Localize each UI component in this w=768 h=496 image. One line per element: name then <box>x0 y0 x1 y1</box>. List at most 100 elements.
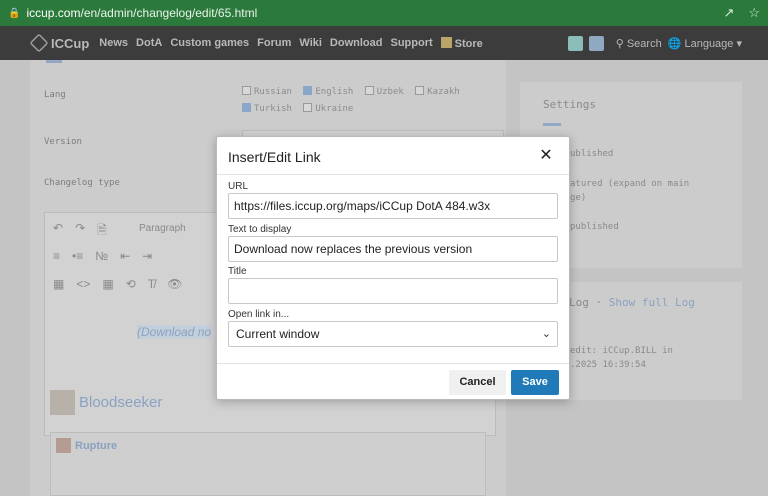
dialog-footer: Cancel Save <box>217 363 569 400</box>
hero-name: Bloodseeker <box>79 394 163 411</box>
open-link-in-select[interactable]: Current window ⌄ <box>228 321 558 347</box>
clear-format-icon[interactable]: T̸ <box>148 277 155 291</box>
insert-edit-link-dialog: Insert/Edit Link ✕ URL https://files.icc… <box>216 136 570 400</box>
nav-support[interactable]: Support <box>390 37 432 49</box>
checkbox[interactable] <box>364 86 374 95</box>
bullet-list-icon[interactable]: •≡ <box>72 249 83 263</box>
open-link-in-label: Open link in... <box>228 309 290 320</box>
code-icon[interactable]: <> <box>76 277 90 291</box>
url-input[interactable]: https://files.iccup.org/maps/iCCup DotA … <box>228 193 558 219</box>
checkbox[interactable] <box>303 103 313 112</box>
align-left-icon[interactable]: ≡ <box>53 249 60 263</box>
undo-icon[interactable]: ↶ <box>53 221 63 242</box>
log-header: Log · Show full Log <box>569 296 695 309</box>
dialog-header: Insert/Edit Link ✕ <box>217 137 569 175</box>
lang-name: Russian <box>254 87 292 97</box>
close-icon[interactable]: ✕ <box>535 145 557 167</box>
nav-forum[interactable]: Forum <box>257 37 291 49</box>
nav-language[interactable]: 🌐 Language ▾ <box>668 37 742 50</box>
hero-heading: Bloodseeker <box>50 390 162 415</box>
search-label: Search <box>626 37 662 50</box>
lang-name: Ukraine <box>315 104 354 114</box>
url-path: /en/admin/changelog/edit/65.html <box>80 6 258 20</box>
title-label: Title <box>228 266 247 277</box>
checkbox[interactable] <box>242 86 251 95</box>
lang-turkish[interactable]: Turkish <box>242 103 292 114</box>
logo-text: ICCup <box>51 35 90 51</box>
preview-eye-icon[interactable]: 👁 <box>167 277 182 291</box>
lang-ukraine[interactable]: Ukraine <box>303 103 354 114</box>
changelog-type-label: Changelog type <box>44 178 120 188</box>
settings-option-published[interactable]: ublished <box>570 148 613 161</box>
lang-kazakh[interactable]: Kazakh <box>415 86 460 97</box>
text-to-display-input[interactable]: Download now replaces the previous versi… <box>228 236 558 262</box>
ability-icon-image <box>56 438 71 453</box>
dialog-title: Insert/Edit Link <box>228 149 321 165</box>
numbered-list-icon[interactable]: № <box>95 249 108 263</box>
url-text[interactable]: iccup.com/en/admin/changelog/edit/65.htm… <box>26 6 257 20</box>
settings-option-featured-cont: ge) <box>570 193 587 203</box>
open-link-in-value: Current window <box>236 327 320 341</box>
indent-icon[interactable]: ⇥ <box>142 249 152 263</box>
new-document-icon[interactable]: 🗎 <box>97 221 107 242</box>
nav-store[interactable]: Store <box>441 37 483 50</box>
checkbox-checked[interactable] <box>242 103 251 112</box>
chevron-down-icon: ⌄ <box>541 328 551 340</box>
language-label: Language <box>684 37 734 50</box>
lang-english[interactable]: English <box>303 86 354 97</box>
log-entry-line-1: edit: iCCup.BILL in <box>570 346 673 356</box>
bookmark-star-icon[interactable]: ☆ <box>748 5 760 21</box>
lang-name: Kazakh <box>427 87 460 97</box>
section-underline <box>46 60 62 63</box>
user-icon[interactable] <box>588 35 604 51</box>
nav-news[interactable]: News <box>99 37 128 49</box>
nav-dota[interactable]: DotA <box>136 37 162 49</box>
save-button[interactable]: Save <box>511 370 559 395</box>
profile-icon[interactable] <box>567 35 583 51</box>
template-icon[interactable]: ▦ <box>53 277 64 291</box>
lang-uzbek[interactable]: Uzbek <box>364 86 404 97</box>
lang-label: Lang <box>44 90 66 100</box>
block-format-select[interactable]: Paragraph <box>139 223 186 234</box>
url-host: iccup.com <box>26 6 81 20</box>
checkbox[interactable] <box>415 86 425 95</box>
lang-russian[interactable]: Russian <box>242 86 292 97</box>
version-label: Version <box>44 137 82 147</box>
history-icon[interactable]: ⟲ <box>126 277 136 291</box>
title-input[interactable] <box>228 278 558 304</box>
url-label: URL <box>228 181 249 192</box>
checkbox-checked[interactable] <box>303 86 313 95</box>
table-icon[interactable]: ▦ <box>102 277 113 291</box>
text-to-display-label: Text to display <box>228 224 292 235</box>
cancel-button[interactable]: Cancel <box>449 370 506 395</box>
editor-toolbar-row-1: ↶ ↷ 🗎 <box>53 221 107 242</box>
ability-name: Rupture <box>75 439 118 452</box>
lang-name: English <box>315 87 354 97</box>
lang-name: Turkish <box>254 104 292 114</box>
log-entry-line-2: .2025 16:39:54 <box>570 360 646 370</box>
log-title: Log <box>569 296 589 309</box>
editor-link-text[interactable]: (Download no <box>137 325 212 339</box>
share-icon[interactable]: ↗ <box>723 5 734 21</box>
ability-heading: Rupture <box>56 438 117 453</box>
settings-option-featured[interactable]: atured (expand on main <box>570 178 689 191</box>
log-separator: · <box>595 296 603 309</box>
editor-toolbar-row-3: ▦ <> ▦ ⟲ T̸ 👁 <box>53 277 182 291</box>
site-logo[interactable]: ICCup <box>29 33 90 53</box>
settings-option-unpublished[interactable]: published <box>570 221 619 234</box>
lock-icon: 🔒 <box>8 7 21 19</box>
redo-icon[interactable]: ↷ <box>75 221 85 242</box>
logo-icon <box>29 33 49 53</box>
nav-download[interactable]: Download <box>330 37 383 49</box>
nav-wiki[interactable]: Wiki <box>299 37 322 49</box>
browser-address-bar[interactable]: 🔒 iccup.com/en/admin/changelog/edit/65.h… <box>0 0 768 26</box>
settings-title: Settings <box>543 98 596 111</box>
nav-search[interactable]: ⚲ Search <box>616 37 662 50</box>
outdent-icon[interactable]: ⇤ <box>120 249 130 263</box>
site-navbar: ICCup News DotA Custom games Forum Wiki … <box>0 26 768 60</box>
lang-name: Uzbek <box>376 87 404 97</box>
nav-custom-games[interactable]: Custom games <box>170 37 249 49</box>
language-checkboxes: Russian English Uzbek Kazakh Turkish Ukr… <box>242 84 466 118</box>
settings-underline <box>543 123 561 126</box>
show-full-log-link[interactable]: Show full Log <box>609 296 695 309</box>
